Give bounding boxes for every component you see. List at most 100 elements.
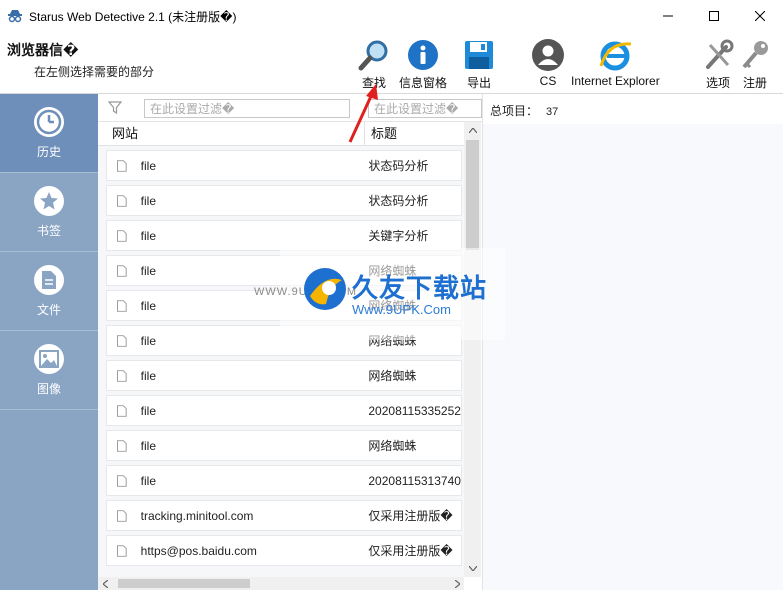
scroll-down-arrow[interactable] bbox=[464, 560, 481, 577]
horizontal-scrollbar[interactable] bbox=[98, 577, 464, 590]
tools-icon bbox=[700, 38, 736, 72]
history-table: 网站 标题 file 状态码分析 file 状态码分析 file 关键字分析 file 网络蜘… bbox=[98, 122, 464, 577]
filter-bar bbox=[98, 94, 482, 122]
row-site: file bbox=[140, 228, 156, 243]
internet-explorer-button[interactable]: Internet Explorer bbox=[571, 38, 660, 88]
minimize-button[interactable] bbox=[645, 0, 691, 32]
minimize-icon bbox=[663, 15, 673, 17]
table-body: file 状态码分析 file 状态码分析 file 关键字分析 file 网络蜘蛛 file 网… bbox=[98, 150, 464, 566]
window-title: Starus Web Detective 2.1 (未注册版�) bbox=[29, 9, 237, 24]
table-row[interactable]: file 2020811533525208 bbox=[106, 395, 462, 426]
register-button[interactable]: 注册 bbox=[737, 38, 773, 91]
watermark-logo-icon bbox=[304, 268, 346, 310]
close-icon bbox=[755, 11, 765, 21]
row-title: 网络蜘蛛 bbox=[368, 439, 417, 453]
total-items-count: 37 bbox=[546, 106, 559, 118]
row-title: 仅采用注册版� bbox=[368, 544, 453, 558]
info-pane-button[interactable]: 信息窗格 bbox=[399, 38, 447, 91]
row-title: 20208115313740 - bbox=[368, 473, 461, 488]
table-row[interactable]: file 状态码分析 bbox=[106, 185, 462, 216]
file-icon bbox=[117, 509, 127, 522]
table-row[interactable]: https@pos.baidu.com 仅采用注册版� bbox=[106, 535, 462, 566]
maximize-button[interactable] bbox=[691, 0, 737, 32]
row-title: 关键字分析 bbox=[368, 229, 429, 243]
maximize-icon bbox=[709, 11, 719, 21]
file-icon bbox=[117, 194, 127, 207]
row-site: file bbox=[140, 473, 156, 488]
row-site: file bbox=[140, 368, 156, 383]
site-filter-input[interactable] bbox=[144, 99, 350, 118]
red-annotation-arrow bbox=[348, 84, 378, 143]
section-subtitle: 在左侧选择需要的部分 bbox=[34, 65, 155, 79]
file-icon bbox=[117, 229, 127, 242]
user-icon bbox=[530, 38, 566, 72]
table-header: 网站 标题 bbox=[98, 122, 464, 146]
vertical-scroll-thumb[interactable] bbox=[466, 140, 479, 250]
file-icon bbox=[117, 334, 127, 347]
file-icon bbox=[117, 404, 127, 417]
sidebar-item-history[interactable]: 历史 bbox=[0, 94, 98, 173]
sidebar-item-bookmarks[interactable]: 书签 bbox=[0, 173, 98, 252]
file-icon bbox=[117, 544, 127, 557]
export-button[interactable]: 导出 bbox=[461, 38, 497, 91]
vertical-scrollbar[interactable] bbox=[464, 122, 481, 577]
chevron-left-icon bbox=[102, 579, 108, 588]
row-title: 网络蜘蛛 bbox=[368, 369, 417, 383]
column-header-site[interactable]: 网站 bbox=[98, 122, 365, 145]
window-controls bbox=[645, 0, 783, 32]
search-icon bbox=[356, 38, 392, 72]
options-button[interactable]: 选项 bbox=[700, 38, 736, 91]
file-icon bbox=[117, 474, 127, 487]
info-pane: 总项目： 37 bbox=[482, 94, 783, 590]
filter-icon[interactable] bbox=[107, 101, 123, 117]
horizontal-scroll-thumb[interactable] bbox=[118, 579, 250, 588]
table-row[interactable]: file 20208115313740 - bbox=[106, 465, 462, 496]
row-site: https@pos.baidu.com bbox=[140, 543, 257, 558]
row-title: 状态码分析 bbox=[368, 194, 429, 208]
watermark-title: 久友下载站 bbox=[352, 273, 488, 303]
scroll-up-arrow[interactable] bbox=[464, 122, 481, 139]
document-icon bbox=[34, 264, 64, 295]
table-row[interactable]: file 网络蜘蛛 bbox=[106, 360, 462, 391]
total-items-label: 总项目： bbox=[490, 104, 539, 118]
save-icon bbox=[461, 38, 497, 72]
row-site: tracking.minitool.com bbox=[140, 508, 254, 523]
file-icon bbox=[117, 264, 127, 277]
internet-explorer-icon bbox=[597, 38, 633, 72]
row-site: file bbox=[140, 403, 156, 418]
watermark-url: Www.9UPK.Com bbox=[352, 302, 451, 317]
chevron-up-icon bbox=[468, 128, 477, 133]
table-row[interactable]: tracking.minitool.com 仅采用注册版� bbox=[106, 500, 462, 531]
sidebar-item-files[interactable]: 文件 bbox=[0, 252, 98, 331]
sidebar-item-images[interactable]: 图像 bbox=[0, 331, 98, 410]
detective-icon bbox=[7, 8, 23, 24]
table-row[interactable]: file 关键字分析 bbox=[106, 220, 462, 251]
title-filter-input[interactable] bbox=[368, 99, 482, 118]
row-title: 2020811533525208 bbox=[368, 403, 461, 418]
section-heading: 浏览器信� bbox=[7, 42, 79, 58]
scroll-left-arrow[interactable] bbox=[98, 577, 112, 590]
clock-icon bbox=[34, 106, 64, 137]
row-site: file bbox=[140, 158, 156, 173]
scroll-right-arrow[interactable] bbox=[450, 577, 464, 590]
row-title: 状态码分析 bbox=[368, 159, 429, 173]
toolbar: 浏览器信� 在左侧选择需要的部分 查找 信息窗格 导出 CS Internet … bbox=[0, 32, 783, 94]
file-icon bbox=[117, 299, 127, 312]
cs-user-button[interactable]: CS bbox=[530, 38, 566, 88]
file-icon bbox=[117, 369, 127, 382]
file-icon bbox=[117, 439, 127, 452]
info-icon bbox=[405, 38, 441, 72]
key-icon bbox=[737, 38, 773, 72]
row-title: 仅采用注册版� bbox=[368, 509, 453, 523]
chevron-right-icon bbox=[454, 579, 460, 588]
row-site: file bbox=[140, 438, 156, 453]
info-pane-content bbox=[483, 124, 783, 590]
close-button[interactable] bbox=[737, 0, 783, 32]
sidebar: 历史 书签 文件 图像 bbox=[0, 94, 98, 590]
watermark: WWW.9UPK.COM 久友下载站 Www.9UPK.Com bbox=[254, 248, 505, 340]
table-row[interactable]: file 网络蜘蛛 bbox=[106, 430, 462, 461]
row-site: file bbox=[140, 193, 156, 208]
table-row[interactable]: file 状态码分析 bbox=[106, 150, 462, 181]
star-icon bbox=[34, 185, 64, 216]
file-icon bbox=[117, 159, 127, 172]
